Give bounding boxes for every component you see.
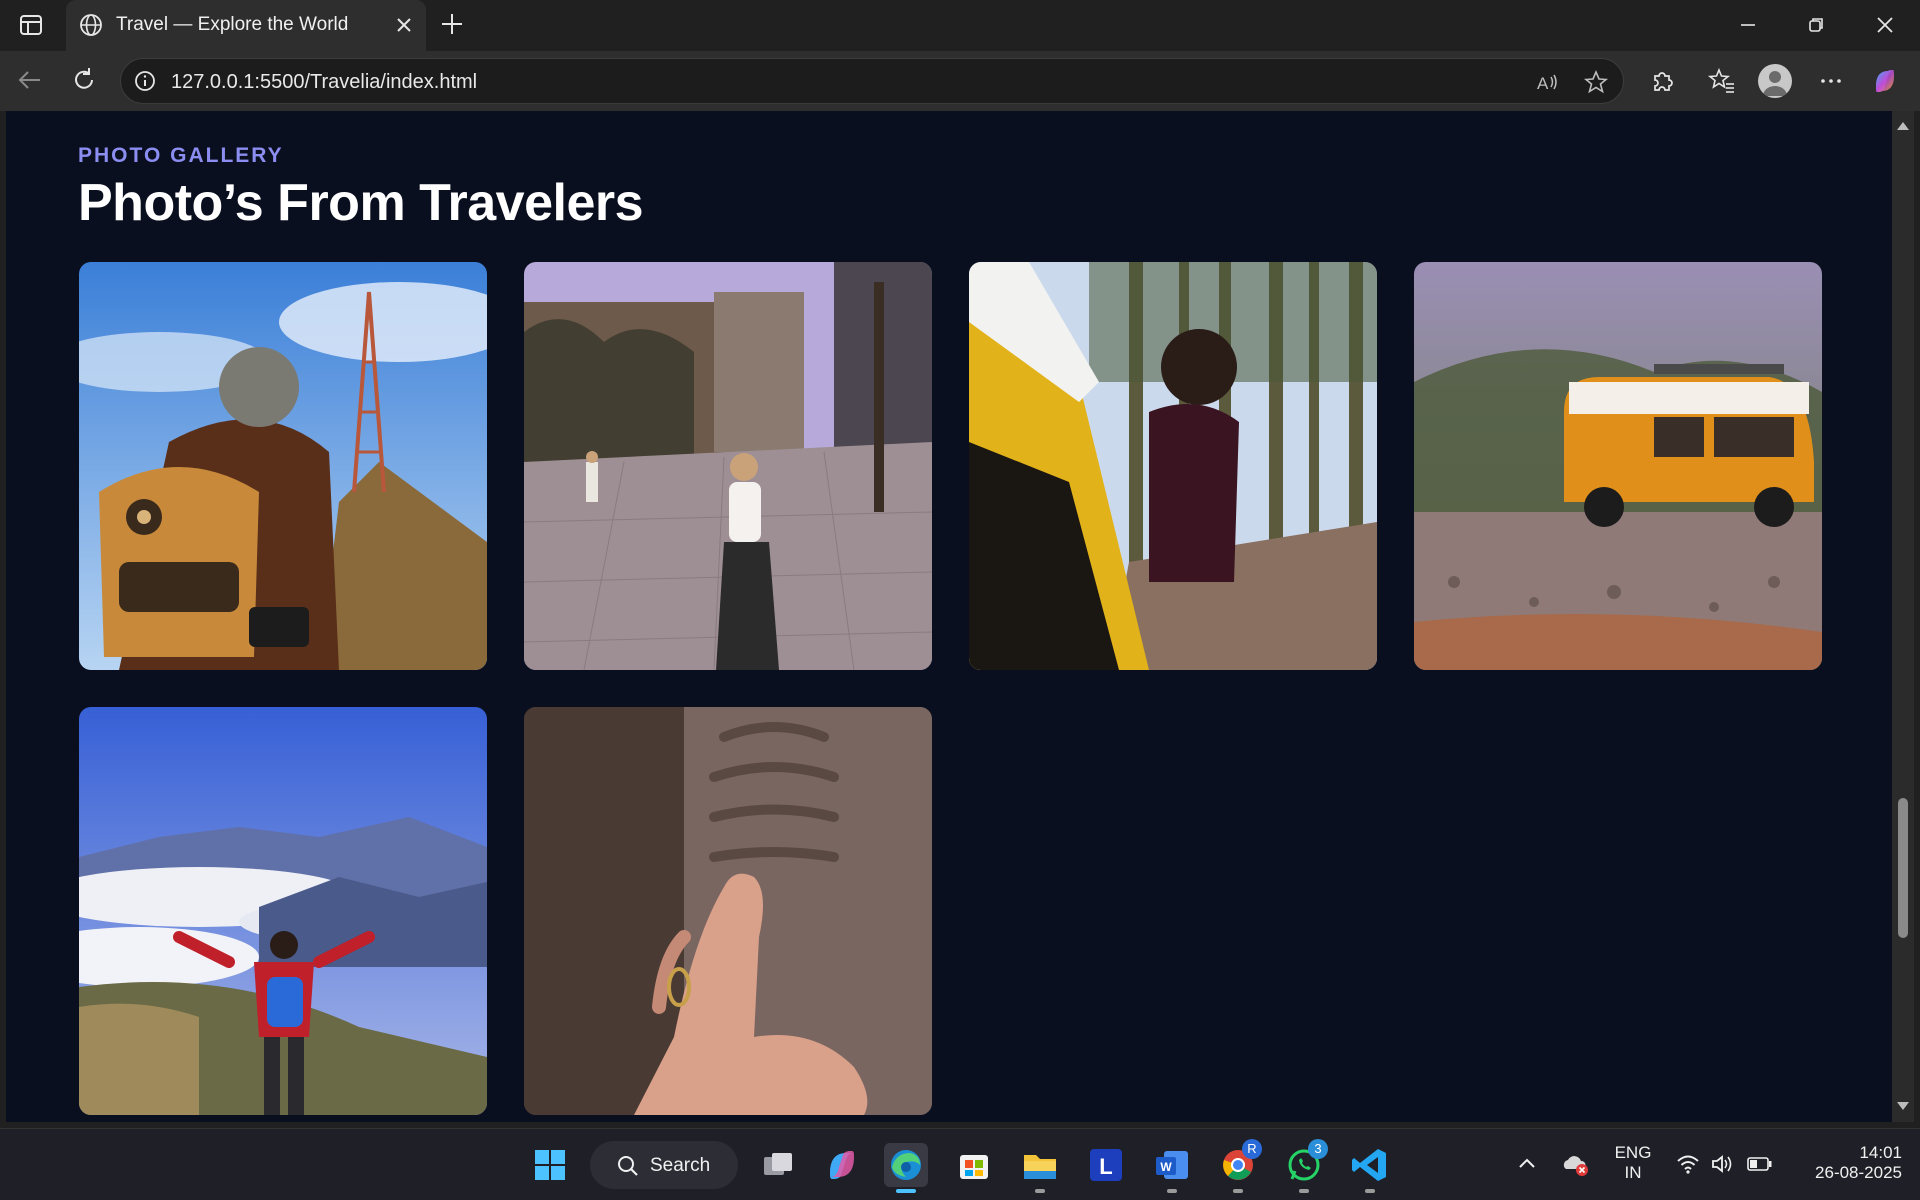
browser-tab[interactable]: Travel — Explore the World — [66, 0, 426, 51]
vscode-app[interactable] — [1348, 1143, 1392, 1193]
favorites-icon[interactable] — [1707, 66, 1737, 96]
clock-time: 14:01 — [1859, 1143, 1902, 1162]
edge-icon — [891, 1150, 921, 1180]
l-app-icon: L — [1090, 1149, 1122, 1181]
language-indicator[interactable]: ENG IN — [1608, 1143, 1658, 1183]
scroll-thumb[interactable] — [1898, 798, 1908, 938]
battery-icon[interactable] — [1746, 1155, 1774, 1173]
windows-start-icon — [535, 1150, 565, 1180]
store-icon — [960, 1155, 988, 1179]
page-title: Photo’s From Travelers — [78, 174, 644, 232]
hiker-photo-image — [79, 262, 487, 670]
running-indicator — [1299, 1189, 1309, 1193]
read-aloud-icon[interactable]: A — [1535, 69, 1561, 95]
language-code: ENG — [1614, 1143, 1652, 1162]
wifi-icon[interactable] — [1676, 1153, 1700, 1175]
svg-text:A: A — [1537, 74, 1549, 93]
file-explorer-app[interactable] — [1018, 1143, 1062, 1193]
l-app[interactable]: L — [1084, 1143, 1128, 1187]
section-eyebrow: PHOTO GALLERY — [78, 144, 284, 167]
copilot-app[interactable] — [820, 1143, 864, 1187]
user-icon — [1763, 71, 1787, 96]
clock[interactable]: 14:01 26-08-2025 — [1790, 1143, 1902, 1183]
globe-icon — [80, 14, 102, 36]
word-icon: W — [1156, 1151, 1188, 1179]
region-code: IN — [1624, 1163, 1642, 1182]
onedrive-error-icon[interactable] — [1560, 1151, 1590, 1177]
chrome-app[interactable]: R — [1216, 1139, 1262, 1193]
city-photo-image — [524, 262, 932, 670]
running-indicator — [1233, 1189, 1243, 1193]
gallery-photo-mountain-hiker[interactable] — [79, 707, 487, 1115]
task-view-button[interactable] — [756, 1143, 800, 1187]
page-scrollbar[interactable] — [1892, 111, 1914, 1122]
edge-app[interactable] — [884, 1143, 928, 1193]
vscode-icon — [1352, 1149, 1386, 1181]
os-taskbar: Search L W R 3 ENG IN 14:01 26-08-2025 — [0, 1128, 1920, 1200]
gallery-photo-hiker[interactable] — [79, 262, 487, 670]
restore-icon[interactable] — [1801, 10, 1831, 40]
scroll-up-icon[interactable] — [1896, 119, 1910, 133]
gallery-photo-city[interactable] — [524, 262, 932, 670]
browser-titlebar: Travel — Explore the World — [0, 0, 1920, 51]
close-window-icon[interactable] — [1870, 10, 1900, 40]
running-indicator — [1167, 1189, 1177, 1193]
back-icon[interactable] — [14, 64, 46, 96]
search-label: Search — [650, 1155, 711, 1176]
gallery-photo-orange-van[interactable] — [1414, 262, 1822, 670]
page-viewport: PHOTO GALLERY Photo’s From Travelers — [6, 111, 1892, 1122]
copilot-app-icon — [830, 1151, 854, 1179]
gallery-photo-forest-van[interactable] — [969, 262, 1377, 670]
gallery-photo-stone-hand[interactable] — [524, 707, 932, 1115]
orange-van-photo-image — [1414, 262, 1822, 670]
chrome-profile-badge: R — [1242, 1139, 1262, 1159]
start-button[interactable] — [528, 1143, 572, 1187]
svg-text:L: L — [1099, 1154, 1112, 1179]
clock-date: 26-08-2025 — [1815, 1163, 1902, 1182]
taskbar-search[interactable]: Search — [590, 1141, 738, 1189]
active-indicator — [896, 1189, 916, 1193]
volume-icon[interactable] — [1710, 1153, 1734, 1175]
new-tab-icon[interactable] — [438, 10, 466, 38]
whatsapp-unread-badge: 3 — [1308, 1139, 1328, 1159]
search-icon — [618, 1156, 638, 1176]
word-app[interactable]: W — [1150, 1143, 1194, 1193]
running-indicator — [1035, 1189, 1045, 1193]
minimize-icon[interactable] — [1733, 10, 1763, 40]
svg-text:W: W — [1160, 1160, 1172, 1174]
scroll-down-icon[interactable] — [1896, 1099, 1910, 1113]
chevron-up-icon[interactable] — [1516, 1153, 1538, 1175]
address-url[interactable]: 127.0.0.1:5500/Travelia/index.html — [171, 71, 477, 94]
address-bar[interactable]: 127.0.0.1:5500/Travelia/index.html A — [120, 58, 1624, 104]
close-tab-icon[interactable] — [392, 13, 416, 37]
task-view-icon — [764, 1153, 792, 1175]
browser-toolbar: 127.0.0.1:5500/Travelia/index.html A — [0, 51, 1920, 111]
tab-title: Travel — Explore the World — [116, 14, 349, 35]
sidebar-toggle-icon[interactable] — [18, 12, 44, 38]
copilot-icon[interactable] — [1870, 66, 1900, 96]
profile-avatar[interactable] — [1758, 64, 1792, 98]
mountain-hiker-photo-image — [79, 707, 487, 1115]
extensions-icon[interactable] — [1647, 66, 1677, 96]
more-options-icon[interactable] — [1816, 66, 1846, 96]
folder-icon — [1024, 1155, 1056, 1179]
forest-van-photo-image — [969, 262, 1377, 670]
running-indicator — [1365, 1189, 1375, 1193]
store-app[interactable] — [952, 1143, 996, 1187]
site-info-icon[interactable] — [133, 69, 157, 93]
stone-hand-photo-image — [524, 707, 932, 1115]
refresh-icon[interactable] — [68, 64, 100, 96]
favorite-star-icon[interactable] — [1583, 69, 1609, 95]
whatsapp-app[interactable]: 3 — [1282, 1139, 1328, 1193]
